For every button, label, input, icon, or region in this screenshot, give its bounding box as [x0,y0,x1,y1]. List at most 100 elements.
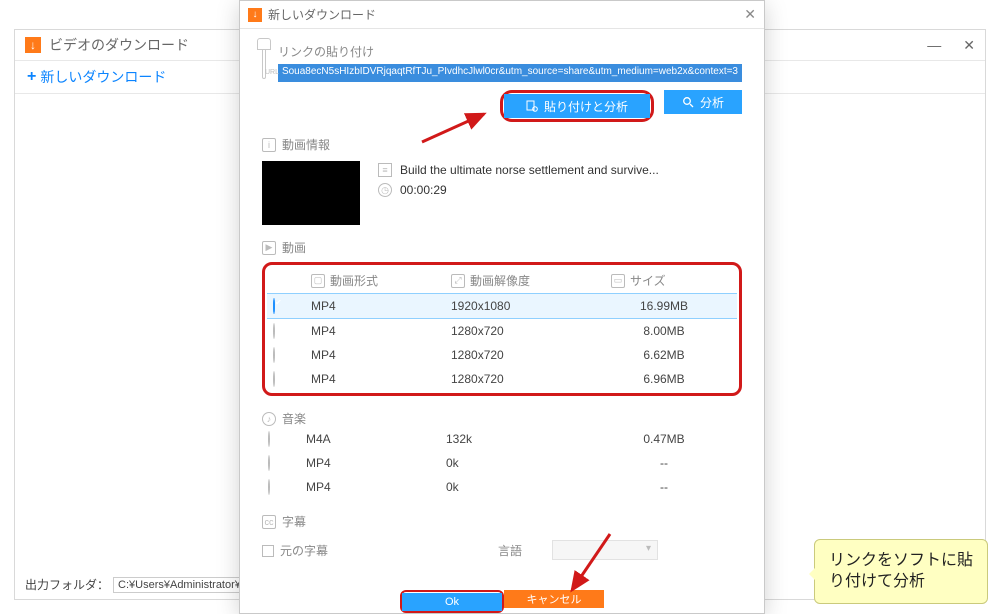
video-info-row: ≡ Build the ultimate norse settlement an… [262,161,742,225]
annotation-arrow-icon [560,530,620,605]
cell-format: MP4 [311,372,451,386]
video-duration: 00:00:29 [400,183,447,197]
video-section-label: 動画 [282,239,306,256]
video-section-header: ▶ 動画 [262,239,742,256]
radio-icon[interactable] [273,323,275,339]
music-icon: ♪ [262,412,276,426]
clock-icon: ◷ [378,183,392,197]
output-folder-row: 出力フォルダ： C:¥Users¥Administrator¥Vide [25,576,253,593]
cell-size: 8.00MB [611,324,717,338]
dialog-titlebar: ↓ 新しいダウンロード ✕ [240,1,764,29]
cell-size: 6.62MB [611,348,717,362]
radio-icon[interactable] [273,371,275,387]
video-info-lines: ≡ Build the ultimate norse settlement an… [378,161,742,203]
music-section-label: 音楽 [282,410,306,427]
subtitle-section-label: 字幕 [282,513,306,530]
orig-subtitle-checkbox[interactable]: 元の字幕 [262,542,328,559]
video-icon: ▶ [262,241,276,255]
cell-size: -- [606,456,722,470]
video-table-body: MP4 1920x1080 16.99MB MP4 1280x720 8.00M… [267,293,737,391]
resolution-icon: ⤢ [451,274,465,288]
cell-format: MP4 [311,348,451,362]
cell-resolution: 1280x720 [451,324,611,338]
new-download-button[interactable]: + 新しいダウンロード [27,67,166,87]
video-title-text: Build the ultimate norse settlement and … [400,163,659,177]
paste-analyze-button[interactable]: 貼り付けと分析 [504,94,650,118]
size-icon: ▭ [611,274,625,288]
radio-selected-icon[interactable] [273,298,275,314]
video-row[interactable]: MP4 1280x720 8.00MB [267,319,737,343]
cell-format: MP4 [311,299,451,313]
dialog-title: 新しいダウンロード [268,6,744,23]
tooltip-line2: り付けて分析 [829,571,973,593]
video-table-highlight: ▢ 動画形式 ⤢ 動画解像度 ▭ サイズ MP4 1920x1080 16.99MB … [262,262,742,396]
video-thumbnail [262,161,360,225]
video-row[interactable]: MP4 1280x720 6.96MB [267,367,737,391]
ok-button[interactable]: Ok [402,593,502,611]
music-row[interactable]: M4A 132k 0.47MB [262,427,742,451]
window-controls: — ✕ [927,37,975,54]
analyze-button[interactable]: 分析 [664,90,742,114]
cell-bitrate: 132k [446,432,606,446]
dialog-body: URL リンクの貼り付け Soua8ecN5sHIzbIDVRjqaqtRfTJ… [240,29,764,560]
col-size: サイズ [630,272,666,289]
col-format: 動画形式 [330,272,378,289]
search-icon [682,96,694,108]
cell-bitrate: 0k [446,456,606,470]
analyze-buttons: 貼り付けと分析 分析 [262,90,742,122]
paste-fields: リンクの貼り付け Soua8ecN5sHIzbIDVRjqaqtRfTJu_PI… [278,43,742,82]
paste-link-section: URL リンクの貼り付け Soua8ecN5sHIzbIDVRjqaqtRfTJ… [262,43,742,82]
video-row[interactable]: MP4 1920x1080 16.99MB [267,293,737,319]
cell-size: 16.99MB [611,299,717,313]
col-resolution: 動画解像度 [470,272,530,289]
cell-bitrate: 0k [446,480,606,494]
video-info-label: 動画情報 [282,136,330,153]
music-row[interactable]: MP4 0k -- [262,451,742,475]
checkbox-icon [262,545,274,557]
cell-resolution: 1280x720 [451,372,611,386]
analyze-label: 分析 [700,94,724,111]
output-folder-path[interactable]: C:¥Users¥Administrator¥Vide [113,577,253,593]
clipboard-icon: URL [262,43,266,79]
cell-resolution: 1920x1080 [451,299,611,313]
radio-icon[interactable] [273,347,275,363]
video-row[interactable]: MP4 1280x720 6.62MB [267,343,737,367]
url-input[interactable]: Soua8ecN5sHIzbIDVRjqaqtRfTJu_PIvdhcJlwl0… [278,64,742,82]
plus-icon: + [27,68,36,86]
video-info-header: i 動画情報 [262,136,742,153]
language-label: 言語 [498,542,522,559]
subtitle-section-header: cc 字幕 [262,513,742,530]
document-icon: ≡ [378,163,392,177]
dialog-logo-icon: ↓ [248,8,262,22]
radio-icon[interactable] [268,455,270,471]
cell-size: 6.96MB [611,372,717,386]
cell-format: MP4 [306,480,446,494]
help-tooltip: リンクをソフトに貼 り付けて分析 [814,539,988,604]
info-icon: i [262,138,276,152]
cell-size: -- [606,480,722,494]
format-icon: ▢ [311,274,325,288]
paste-icon [526,100,538,112]
radio-icon[interactable] [268,479,270,495]
cell-format: MP4 [306,456,446,470]
cell-resolution: 1280x720 [451,348,611,362]
close-button[interactable]: ✕ [963,37,975,54]
annotation-arrow-icon [418,108,498,153]
ok-highlight-ring: Ok [400,590,504,613]
new-download-label: 新しいダウンロード [40,67,166,87]
app-logo-icon: ↓ [25,37,41,53]
new-download-dialog: ↓ 新しいダウンロード ✕ URL リンクの貼り付け Soua8ecN5sHIz… [239,0,765,614]
highlight-ring: 貼り付けと分析 [500,90,654,122]
cell-format: M4A [306,432,446,446]
music-row[interactable]: MP4 0k -- [262,475,742,499]
subtitle-icon: cc [262,515,276,529]
radio-icon[interactable] [268,431,270,447]
dialog-close-icon[interactable]: ✕ [744,6,756,23]
minimize-button[interactable]: — [927,37,941,54]
paste-analyze-label: 貼り付けと分析 [544,98,628,115]
tooltip-line1: リンクをソフトに貼 [829,550,973,572]
cell-size: 0.47MB [606,432,722,446]
dialog-footer: Ok キャンセル [240,590,764,613]
cell-format: MP4 [311,324,451,338]
subtitle-options: 元の字幕 言語 [262,540,742,560]
